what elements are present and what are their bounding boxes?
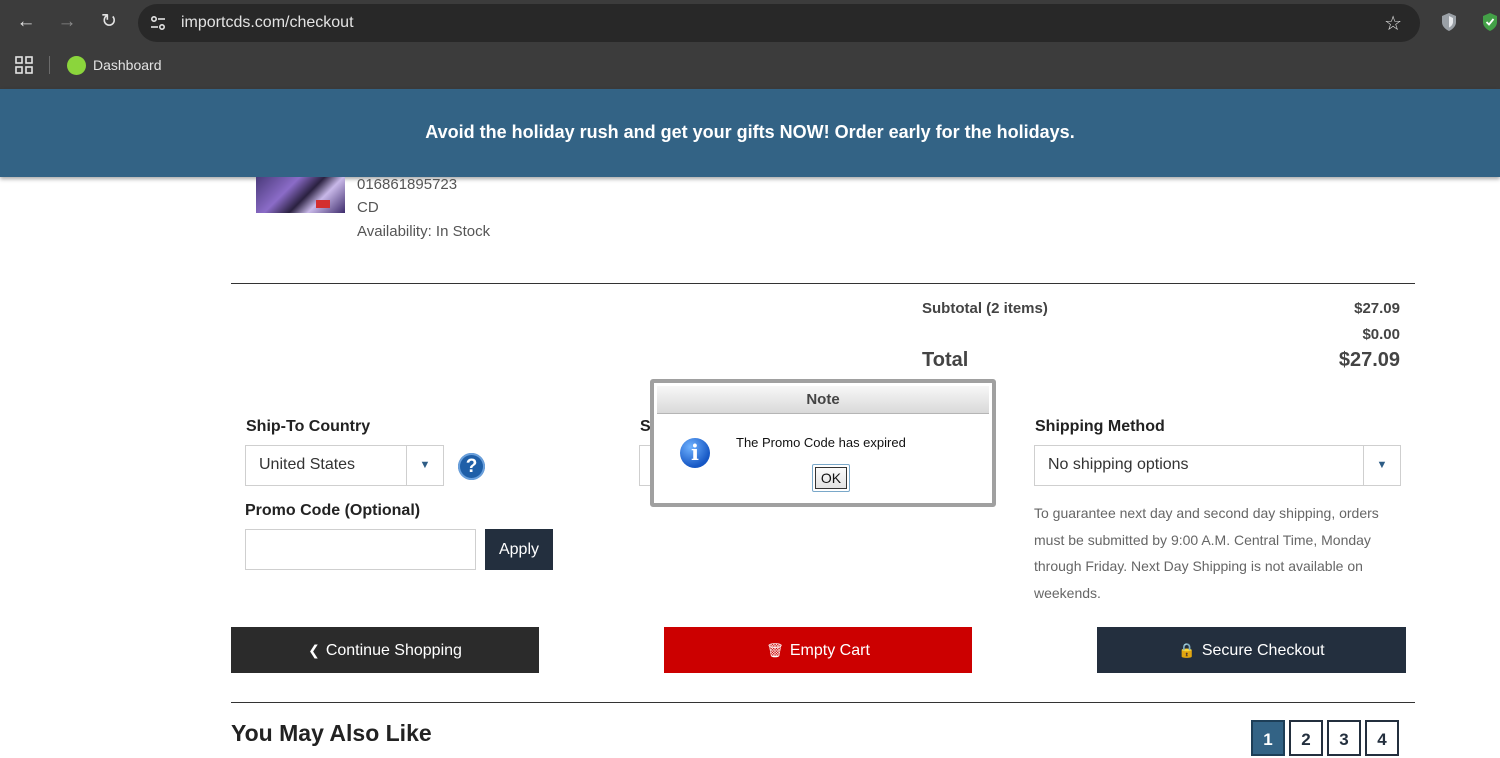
secure-checkout-label: Secure Checkout: [1201, 642, 1325, 659]
subtotal-value: $27.09: [1354, 300, 1400, 317]
total-label: Total: [922, 349, 969, 371]
chevron-left-circle-icon: ❮: [308, 642, 320, 658]
trash-icon: 🗑: [766, 642, 784, 658]
shipping-method-select[interactable]: No shipping options ▼: [1034, 445, 1401, 486]
page-button-2[interactable]: 2: [1289, 720, 1323, 756]
dialog-title: Note: [657, 386, 989, 414]
promo-code-input[interactable]: [245, 529, 476, 570]
bookmark-star-icon[interactable]: ☆: [1384, 11, 1402, 36]
site-settings-icon[interactable]: [148, 13, 168, 33]
ship-to-country-label: Ship-To Country: [246, 418, 371, 435]
empty-cart-label: Empty Cart: [789, 642, 870, 659]
apps-grid-icon[interactable]: [15, 56, 33, 74]
section-divider: [231, 702, 1415, 703]
chevron-down-icon: ▼: [406, 446, 443, 485]
cart-divider: [231, 283, 1415, 284]
album-cover-image[interactable]: [256, 177, 345, 213]
product-upc: 016861895723: [357, 176, 458, 193]
address-bar[interactable]: importcds.com/checkout ☆: [138, 4, 1420, 42]
holiday-banner: Avoid the holiday rush and get your gift…: [0, 89, 1500, 177]
shield-extension-icon[interactable]: [1440, 12, 1458, 32]
back-arrow-icon[interactable]: ←: [14, 10, 38, 34]
apply-promo-button[interactable]: Apply: [485, 529, 553, 570]
dialog-message: The Promo Code has expired: [736, 435, 906, 450]
empty-cart-button[interactable]: 🗑 Empty Cart: [664, 627, 972, 673]
bookmarks-bar: [0, 44, 1500, 89]
product-availability: Availability: In Stock: [357, 223, 491, 240]
banner-text: Avoid the holiday rush and get your gift…: [425, 122, 1075, 142]
shipping-cost-value: $0.00: [1362, 326, 1400, 343]
product-format: CD: [357, 199, 379, 216]
page-button-4[interactable]: 4: [1365, 720, 1399, 756]
url-text[interactable]: importcds.com/checkout: [181, 14, 354, 32]
forward-arrow-icon[interactable]: →: [55, 10, 79, 34]
continue-shopping-button[interactable]: ❮ Continue Shopping: [231, 627, 539, 673]
lock-icon: 🔒: [1178, 642, 1196, 658]
total-value: $27.09: [1338, 349, 1400, 371]
bookmarks-divider: [49, 56, 50, 74]
browser-toolbar: ← → ↻ importcds.com/checkout ☆: [0, 0, 1500, 44]
bookmark-dashboard[interactable]: Dashboard: [93, 57, 162, 73]
shipping-method-label: Shipping Method: [1035, 418, 1165, 435]
dialog-ok-label: OK: [815, 467, 847, 489]
green-shield-extension-icon[interactable]: [1481, 12, 1499, 32]
subtotal-label: Subtotal (2 items): [922, 300, 1048, 317]
secure-checkout-button[interactable]: 🔒 Secure Checkout: [1097, 627, 1406, 673]
ship-to-country-value: United States: [259, 456, 356, 473]
chevron-down-icon: ▼: [1363, 446, 1400, 485]
page-button-1[interactable]: 1: [1251, 720, 1285, 756]
dialog-ok-button[interactable]: OK: [812, 464, 850, 492]
dashboard-favicon-icon: [67, 56, 86, 75]
shipping-method-value: No shipping options: [1048, 456, 1189, 473]
album-cover-detail: [316, 200, 330, 208]
continue-shopping-label: Continue Shopping: [325, 642, 462, 659]
you-may-also-like-heading: You May Also Like: [231, 720, 432, 746]
help-question-icon[interactable]: ?: [458, 453, 485, 480]
page-button-3[interactable]: 3: [1327, 720, 1361, 756]
promo-alert-dialog: Note i The Promo Code has expired OK: [650, 379, 996, 507]
reload-icon[interactable]: ↻: [97, 10, 121, 34]
promo-code-label: Promo Code (Optional): [245, 502, 421, 519]
shipping-note: To guarantee next day and second day shi…: [1034, 505, 1379, 601]
ship-to-country-select[interactable]: United States ▼: [245, 445, 444, 486]
info-icon: i: [680, 438, 710, 468]
